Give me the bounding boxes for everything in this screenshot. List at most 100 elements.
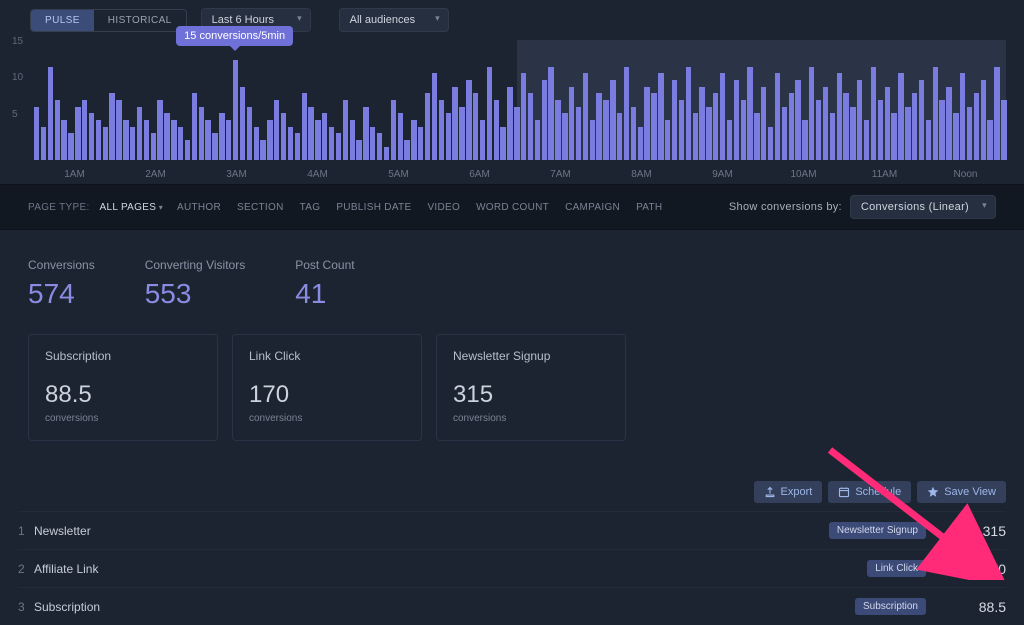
chart-bar	[151, 133, 156, 160]
historical-tab[interactable]: HISTORICAL	[94, 10, 186, 31]
chart-bar	[823, 87, 828, 160]
chart-bar	[583, 73, 588, 160]
filter-item[interactable]: WORD COUNT	[476, 202, 549, 213]
chart-bar	[706, 107, 711, 160]
table-row[interactable]: 2Affiliate LinkLink Click170	[18, 549, 1006, 587]
chart-bar	[960, 73, 965, 160]
chart-bar	[89, 113, 94, 160]
page-type-select[interactable]: ALL PAGES	[94, 200, 169, 215]
chart-bar	[164, 113, 169, 160]
metrics-row: Conversions574 Converting Visitors553 Post…	[0, 230, 1024, 320]
metric: Post Count41	[295, 258, 354, 310]
conversion-card[interactable]: Subscription88.5conversions	[28, 334, 218, 441]
metric: Conversions574	[28, 258, 95, 310]
chart-bar	[288, 127, 293, 160]
filter-item[interactable]: SECTION	[237, 202, 284, 213]
schedule-button[interactable]: Schedule	[828, 481, 911, 503]
chart-bar	[864, 120, 869, 160]
chart-bar	[144, 120, 149, 160]
chart-bar	[548, 67, 553, 160]
table-row[interactable]: 3SubscriptionSubscription88.5	[18, 587, 1006, 625]
mode-toggle: PULSE HISTORICAL	[30, 9, 187, 32]
save-view-button[interactable]: Save View	[917, 481, 1006, 503]
chart-bar	[850, 107, 855, 160]
chart-bar	[857, 80, 862, 160]
chart-bar	[631, 107, 636, 160]
chart-bar	[500, 127, 505, 160]
chart-bar	[295, 133, 300, 160]
filter-item[interactable]: CAMPAIGN	[565, 202, 620, 213]
chart-bar	[109, 93, 114, 160]
export-label: Export	[781, 486, 813, 498]
chart-bar	[55, 100, 60, 160]
chart-bar	[967, 107, 972, 160]
chart-bar	[994, 67, 999, 160]
chart-bar	[775, 73, 780, 160]
chart-bar	[199, 107, 204, 160]
chart-bar	[837, 73, 842, 160]
chart-bar	[192, 93, 197, 160]
chart-bar	[384, 147, 389, 160]
chart-y-ticks: 15105	[12, 40, 23, 160]
pulse-tab[interactable]: PULSE	[31, 10, 94, 31]
chart-bar	[247, 107, 252, 160]
filter-item[interactable]: TAG	[300, 202, 321, 213]
chart-bar	[610, 80, 615, 160]
metric: Converting Visitors553	[145, 258, 246, 310]
chart-bar	[754, 113, 759, 160]
chart-bar	[638, 127, 643, 160]
chart-bar	[96, 120, 101, 160]
chart-bar	[61, 120, 66, 160]
chart-bar	[82, 100, 87, 160]
chart-bar	[459, 107, 464, 160]
card-value: 315	[453, 381, 609, 409]
chart-bar	[885, 87, 890, 160]
chart-bar	[103, 127, 108, 160]
chart-bar	[343, 100, 348, 160]
filter-item[interactable]: PUBLISH DATE	[336, 202, 411, 213]
conversion-card[interactable]: Link Click170conversions	[232, 334, 422, 441]
chart-bar	[768, 127, 773, 160]
chart-bar	[562, 113, 567, 160]
chart-bar	[315, 120, 320, 160]
audience-select[interactable]: All audiences	[339, 8, 449, 32]
chart-bar	[905, 107, 910, 160]
chart-bar	[68, 133, 73, 160]
chart-bar	[569, 87, 574, 160]
chart-bars	[34, 40, 1006, 160]
chart-bar	[356, 140, 361, 160]
row-tag: Link Click	[867, 560, 926, 577]
chart-bar	[528, 93, 533, 160]
chart-bar	[219, 113, 224, 160]
chart-bar	[507, 87, 512, 160]
export-button[interactable]: Export	[754, 481, 823, 503]
show-conversions-select[interactable]: Conversions (Linear)	[850, 195, 996, 219]
chart-bar	[254, 127, 259, 160]
filter-item[interactable]: PATH	[636, 202, 662, 213]
row-value: 315	[926, 523, 1006, 539]
conversions-chart: 15105 15 conversions/5min 1AM2AM3AM4AM5A…	[28, 40, 1006, 180]
row-name: Newsletter	[34, 524, 284, 538]
card-title: Newsletter Signup	[453, 349, 609, 363]
chart-bar	[411, 120, 416, 160]
action-buttons: Export Schedule Save View	[0, 461, 1024, 511]
chart-bar	[41, 127, 46, 160]
chart-bar	[693, 113, 698, 160]
chart-bar	[336, 133, 341, 160]
chart-bar	[75, 107, 80, 160]
chart-bar	[919, 80, 924, 160]
table-row[interactable]: 1NewsletterNewsletter Signup315	[18, 511, 1006, 549]
conversion-card[interactable]: Newsletter Signup315conversions	[436, 334, 626, 441]
filter-item[interactable]: VIDEO	[427, 202, 460, 213]
chart-bar	[281, 113, 286, 160]
chart-bar	[555, 100, 560, 160]
chart-bar	[212, 133, 217, 160]
chart-bar	[1001, 100, 1006, 160]
chart-bar	[741, 100, 746, 160]
chart-bar	[480, 120, 485, 160]
chart-bar	[590, 120, 595, 160]
row-tag: Newsletter Signup	[829, 522, 926, 539]
filter-item[interactable]: AUTHOR	[177, 202, 221, 213]
chart-bar	[576, 107, 581, 160]
chart-bar	[672, 80, 677, 160]
